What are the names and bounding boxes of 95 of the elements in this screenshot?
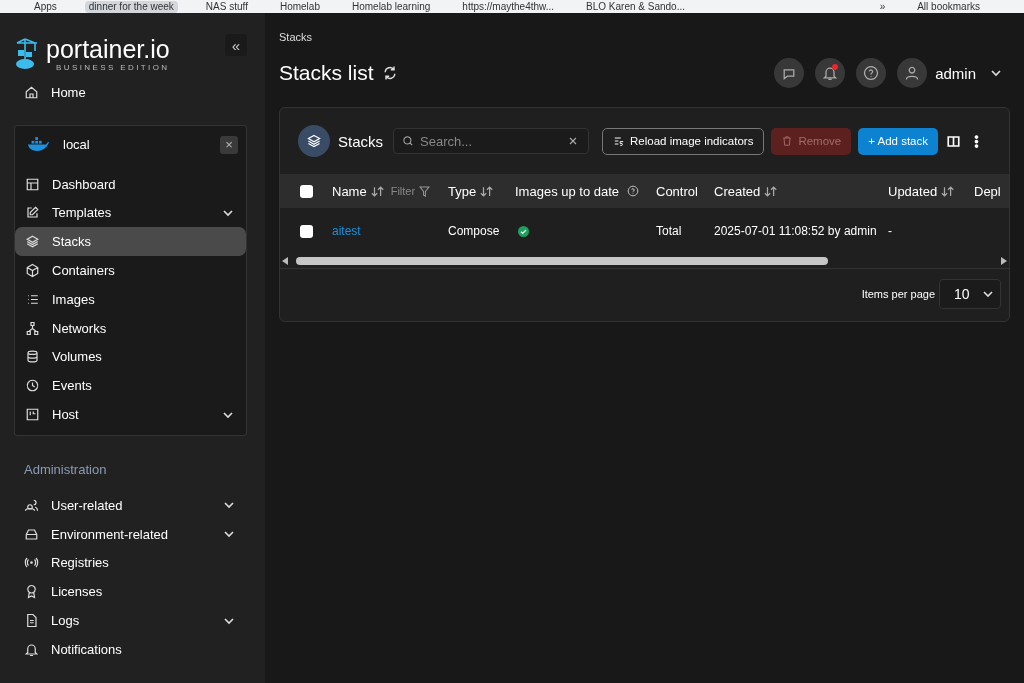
- column-header[interactable]: Created: [714, 183, 761, 199]
- table-cell: Total: [656, 224, 682, 238]
- breadcrumb[interactable]: Stacks: [279, 31, 1010, 43]
- column-header[interactable]: Depl: [974, 183, 1001, 199]
- card-title: Stacks: [338, 132, 383, 150]
- stack-name-link[interactable]: aitest: [332, 224, 361, 238]
- column-header[interactable]: Updated: [888, 183, 938, 199]
- document-icon: [24, 613, 39, 629]
- table-cell: 2025-07-01 11:08:52 by admin: [714, 224, 877, 238]
- bookmark[interactable]: Homelab learning: [347, 0, 435, 13]
- users-icon: [24, 497, 39, 513]
- nav-item[interactable]: Containers: [15, 256, 246, 285]
- sort-icon[interactable]: [480, 185, 495, 197]
- dashboard-icon: [25, 176, 40, 192]
- close-button[interactable]: ×: [220, 135, 238, 154]
- help-icon: [863, 65, 880, 81]
- table-cell: -: [888, 224, 892, 238]
- layers-icon: [298, 125, 330, 157]
- bookmark[interactable]: Homelab: [275, 0, 324, 13]
- page-title: Stacks list: [279, 61, 374, 85]
- environment-name: local: [63, 137, 90, 153]
- layers-icon: [25, 234, 40, 250]
- list-refresh-icon: [613, 135, 625, 147]
- column-header[interactable]: Type: [448, 183, 477, 199]
- home-icon: [24, 84, 39, 100]
- bookmark[interactable]: NAS stuff: [201, 0, 252, 13]
- all-bookmarks[interactable]: All bookmarks: [913, 0, 984, 13]
- scroll-right-icon[interactable]: [1001, 257, 1007, 265]
- nav-item[interactable]: Images: [15, 285, 246, 314]
- sort-icon[interactable]: [370, 185, 385, 197]
- user-avatar-button[interactable]: [897, 58, 928, 88]
- award-icon: [24, 584, 39, 600]
- clock-icon: [25, 378, 40, 394]
- table-cell: Compose: [448, 224, 500, 238]
- bell-icon: [822, 65, 839, 81]
- clear-icon[interactable]: [567, 135, 579, 147]
- more-bookmarks[interactable]: »: [875, 0, 890, 13]
- section-heading: Administration: [24, 461, 108, 477]
- database-icon: [25, 349, 40, 365]
- nav-item[interactable]: Notifications: [14, 634, 247, 664]
- user-icon: [904, 65, 921, 81]
- edit-icon: [25, 205, 40, 221]
- select-all-checkbox[interactable]: [299, 184, 313, 198]
- whale-icon: [27, 137, 49, 153]
- column-header[interactable]: Name: [332, 183, 367, 199]
- logo-wordmark: portainer.io: [46, 36, 170, 62]
- nav-item[interactable]: Logs: [14, 606, 247, 635]
- reload-button[interactable]: Reload image indicators: [602, 127, 765, 155]
- nav-item[interactable]: Host: [15, 400, 246, 429]
- filter-button[interactable]: Filter: [390, 185, 416, 197]
- horizontal-scrollbar[interactable]: [280, 254, 1009, 269]
- scroll-left-icon[interactable]: [282, 257, 288, 265]
- row-checkbox[interactable]: [299, 224, 313, 238]
- nav-item[interactable]: Events: [15, 371, 246, 401]
- columns-icon[interactable]: [946, 133, 961, 149]
- user-name[interactable]: admin: [935, 64, 976, 82]
- column-header[interactable]: Control: [656, 183, 698, 199]
- column-header[interactable]: Images up to date: [515, 183, 620, 199]
- cube-icon: [25, 263, 40, 279]
- chevron-icon[interactable]: [990, 67, 1002, 79]
- nav-item[interactable]: Dashboard: [15, 169, 246, 199]
- chat-button[interactable]: [774, 58, 805, 88]
- nav-item[interactable]: Templates: [15, 198, 246, 228]
- nav-item[interactable]: Networks: [15, 313, 246, 343]
- edition-label: BUSINESS EDITION: [56, 63, 170, 72]
- sort-icon[interactable]: [764, 185, 779, 197]
- bookmark[interactable]: BLO Karen & Sando...: [582, 0, 689, 13]
- chevron-icon: [982, 288, 994, 300]
- items-per-page-label: Items per page: [861, 288, 935, 300]
- items-per-page-select[interactable]: 10: [939, 279, 1001, 309]
- search-field[interactable]: Search...: [393, 128, 589, 154]
- trash-icon: [781, 135, 794, 147]
- nav-item[interactable]: Stacks: [15, 227, 246, 257]
- host-icon: [25, 407, 40, 423]
- drive-icon: [24, 526, 39, 542]
- notifications-button[interactable]: [815, 58, 846, 88]
- nav-item[interactable]: User-related: [14, 490, 247, 520]
- bookmark[interactable]: https://maythe4thw...: [458, 0, 559, 13]
- nav-item[interactable]: Registries: [14, 548, 247, 578]
- nav-item[interactable]: Environment-related: [14, 519, 247, 549]
- nav-item[interactable]: Licenses: [14, 577, 247, 607]
- help-icon[interactable]: [627, 185, 640, 197]
- search-icon: [402, 135, 414, 147]
- bookmark[interactable]: Apps: [30, 0, 61, 13]
- network-icon: [25, 320, 40, 336]
- add-stack-button[interactable]: + Add stack: [858, 127, 938, 155]
- bookmark[interactable]: dinner for the week: [84, 0, 178, 13]
- sort-icon[interactable]: [941, 185, 956, 197]
- bell-icon: [24, 641, 39, 657]
- filter-icon[interactable]: [419, 185, 431, 197]
- nav-item[interactable]: Volumes: [15, 342, 246, 372]
- collapse-sidebar-button[interactable]: «: [225, 34, 247, 56]
- crane-logo-icon: [14, 38, 38, 70]
- home-nav-item[interactable]: Home: [14, 78, 247, 107]
- help-button[interactable]: [856, 58, 887, 88]
